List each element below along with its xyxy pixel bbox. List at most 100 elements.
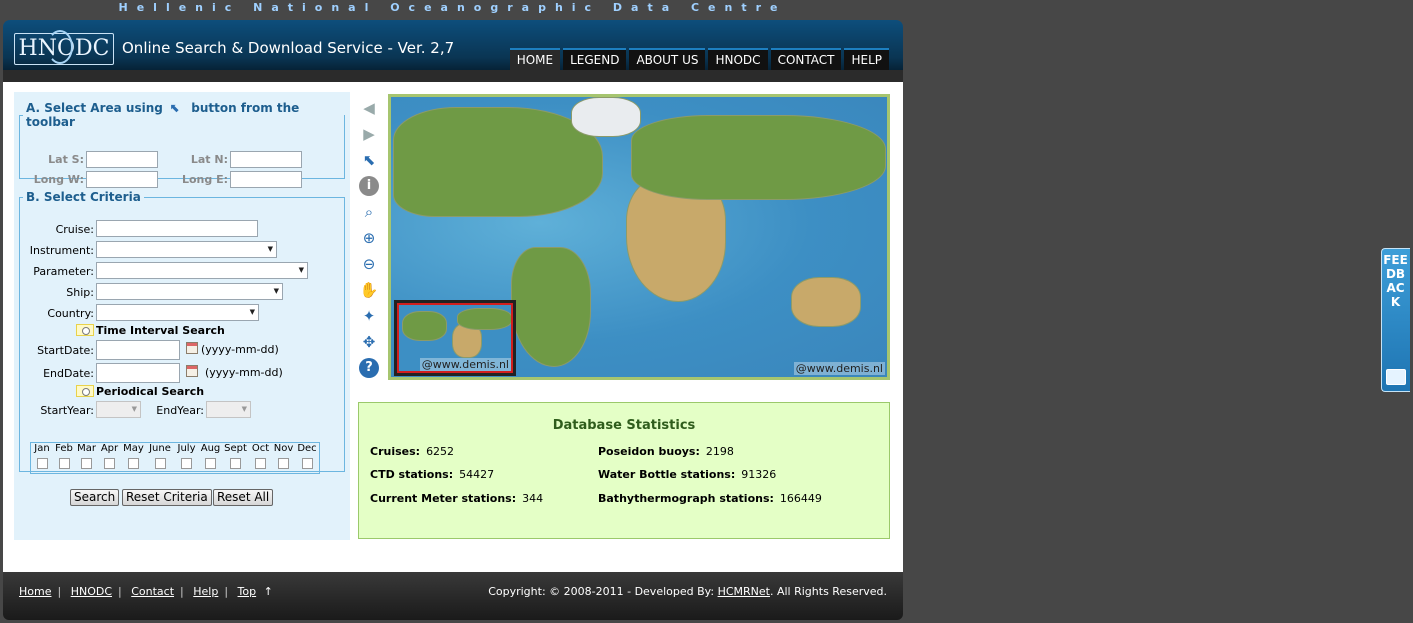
- parameter-select[interactable]: [96, 262, 308, 279]
- calendar-icon[interactable]: [186, 365, 198, 377]
- long-w-input[interactable]: [86, 171, 158, 188]
- country-select[interactable]: [96, 304, 259, 321]
- nav-legend[interactable]: LEGEND: [563, 48, 627, 70]
- nav-home[interactable]: HOME: [509, 48, 561, 70]
- month-checkbox[interactable]: [181, 458, 192, 469]
- parameter-label: Parameter:: [33, 265, 94, 278]
- month-checkbox[interactable]: [104, 458, 115, 469]
- zoom-in-icon[interactable]: ⊕: [359, 228, 379, 248]
- select-criteria-fieldset: B. Select Criteria Cruise: Instrument: P…: [19, 190, 345, 474]
- stat-current-meter-stations: Current Meter stations: 344: [370, 492, 544, 505]
- map-credit: @www.demis.nl: [793, 362, 885, 375]
- month-checkbox[interactable]: [278, 458, 289, 469]
- stat-cruises: Cruises: 6252: [370, 445, 455, 458]
- month-checkbox[interactable]: [230, 458, 241, 469]
- map-toolbar: ◀ ▶ ⬉ i ⌕ ⊕ ⊖ ✋ ✦ ✥ ?: [359, 98, 381, 384]
- dolphin-logo-icon: [47, 30, 73, 64]
- month-apr[interactable]: Apr: [98, 443, 121, 473]
- world-map[interactable]: @www.demis.nl @www.demis.nl: [388, 94, 890, 380]
- footer-link-home[interactable]: Home: [19, 585, 51, 598]
- reset-criteria-button[interactable]: Reset Criteria: [122, 489, 212, 506]
- month-aug[interactable]: Aug: [199, 443, 222, 473]
- instrument-label: Instrument:: [29, 244, 94, 257]
- start-date-input[interactable]: [96, 340, 180, 360]
- month-checkbox[interactable]: [154, 458, 166, 469]
- select-area-legend: A. Select Area using ⬉ button from the t…: [26, 101, 300, 129]
- country-label: Country:: [47, 307, 94, 320]
- search-button[interactable]: Search: [70, 489, 120, 506]
- month-may[interactable]: May: [121, 443, 146, 473]
- month-checkbox[interactable]: [205, 458, 216, 469]
- forward-arrow-icon[interactable]: ▶: [359, 124, 379, 144]
- month-june[interactable]: June: [146, 443, 174, 473]
- end-year-select[interactable]: [206, 401, 251, 418]
- footer-link-help[interactable]: Help: [193, 585, 218, 598]
- nav-contact[interactable]: CONTACT: [770, 48, 842, 70]
- pointer-tool-icon[interactable]: ✦: [359, 306, 379, 326]
- pan-hand-icon[interactable]: ✋: [359, 280, 379, 300]
- top-banner: Hellenic National Oceanographic Data Cen…: [118, 1, 787, 14]
- developer-link[interactable]: HCMRNet: [718, 585, 770, 598]
- month-checkbox[interactable]: [36, 458, 48, 469]
- end-date-label: EndDate:: [43, 367, 94, 380]
- ship-select[interactable]: [96, 283, 283, 300]
- time-interval-label: Time Interval Search: [96, 324, 225, 337]
- nav-about-us[interactable]: ABOUT US: [629, 48, 706, 70]
- zoom-extent-icon[interactable]: ⌕: [359, 202, 379, 222]
- lat-n-input[interactable]: [230, 151, 302, 168]
- stat-bathythermograph-stations: Bathythermograph stations: 166449: [598, 492, 822, 505]
- instrument-select[interactable]: [96, 241, 277, 258]
- month-sept[interactable]: Sept: [222, 443, 249, 473]
- month-jan[interactable]: Jan: [31, 443, 53, 473]
- move-arrows-icon[interactable]: ✥: [359, 332, 379, 352]
- lat-s-input[interactable]: [86, 151, 158, 168]
- long-w-label: Long W:: [33, 173, 84, 186]
- cruise-input[interactable]: [96, 220, 258, 237]
- header: HNODC Online Search & Download Service -…: [3, 20, 903, 82]
- footer-link-hnodc[interactable]: HNODC: [71, 585, 112, 598]
- month-dec[interactable]: Dec: [295, 443, 319, 473]
- month-nov[interactable]: Nov: [272, 443, 295, 473]
- overview-credit: @www.demis.nl: [419, 358, 511, 371]
- start-date-label: StartDate:: [37, 344, 94, 357]
- month-checkbox[interactable]: [81, 458, 92, 469]
- content-area: A. Select Area using ⬉ button from the t…: [3, 82, 903, 572]
- month-feb[interactable]: Feb: [53, 443, 75, 473]
- nav-hnodc[interactable]: HNODC: [708, 48, 768, 70]
- select-criteria-legend: B. Select Criteria: [26, 190, 141, 204]
- start-year-select[interactable]: [96, 401, 141, 418]
- calendar-icon[interactable]: [186, 342, 198, 354]
- month-checkbox[interactable]: [301, 458, 313, 469]
- long-e-input[interactable]: [230, 171, 302, 188]
- month-oct[interactable]: Oct: [249, 443, 272, 473]
- month-mar[interactable]: Mar: [75, 443, 98, 473]
- month-checkbox[interactable]: [128, 458, 139, 469]
- periodical-radio[interactable]: [76, 385, 94, 397]
- footer-link-top[interactable]: Top: [238, 585, 257, 598]
- time-interval-radio[interactable]: [76, 324, 94, 336]
- end-date-input[interactable]: [96, 363, 180, 383]
- info-icon[interactable]: i: [359, 176, 379, 196]
- footer-link-contact[interactable]: Contact: [131, 585, 174, 598]
- stat-water-bottle-stations: Water Bottle stations: 91326: [598, 468, 777, 481]
- select-area-icon[interactable]: ⬉: [359, 150, 379, 170]
- overview-map[interactable]: @www.demis.nl: [394, 300, 516, 376]
- ship-label: Ship:: [66, 286, 94, 299]
- end-year-label: EndYear:: [156, 404, 204, 417]
- month-checkbox[interactable]: [58, 458, 70, 469]
- map-land-south-america: [511, 247, 591, 367]
- zoom-out-icon[interactable]: ⊖: [359, 254, 379, 274]
- month-checkbox[interactable]: [255, 458, 266, 469]
- main-nav: HOME LEGEND ABOUT US HNODC CONTACT HELP: [509, 48, 889, 70]
- help-icon[interactable]: ?: [359, 358, 379, 378]
- back-arrow-icon[interactable]: ◀: [359, 98, 379, 118]
- month-july[interactable]: July: [174, 443, 199, 473]
- lat-n-label: Lat N:: [190, 153, 228, 166]
- reset-all-button[interactable]: Reset All: [213, 489, 274, 506]
- feedback-icon: [1386, 369, 1406, 385]
- cruise-label: Cruise:: [55, 223, 94, 236]
- hnodc-logo[interactable]: HNODC: [14, 30, 114, 65]
- nav-help[interactable]: HELP: [844, 48, 889, 70]
- feedback-tab[interactable]: FEEDBACK: [1381, 248, 1410, 392]
- service-title: Online Search & Download Service - Ver. …: [122, 39, 455, 57]
